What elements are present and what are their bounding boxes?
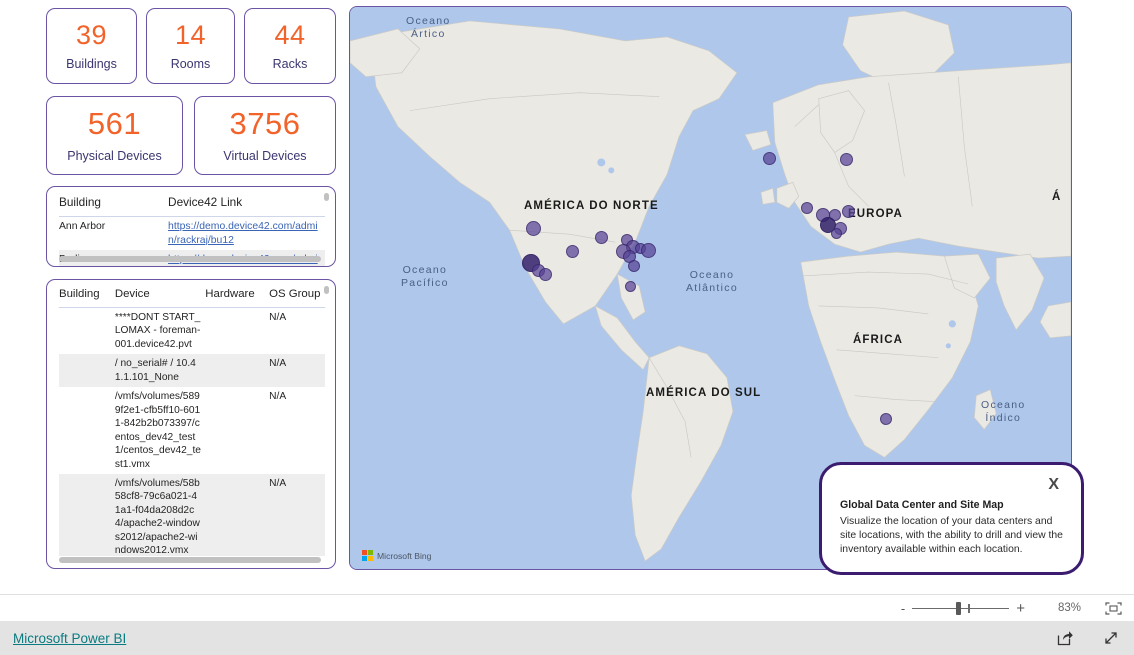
fit-to-screen-icon[interactable] [1105,601,1122,615]
map-data-bubble[interactable] [628,260,640,272]
kpi-card-rooms[interactable]: 14 Rooms [146,8,235,84]
report-canvas: 39 Buildings 14 Rooms 44 Racks 561 Physi… [0,0,1134,594]
horizontal-scrollbar[interactable] [59,256,321,262]
map-data-bubble[interactable] [595,231,608,244]
device-rows-scroll-region[interactable]: ****DONT START_LOMAX - foreman-001.devic… [59,308,325,556]
kpi-value: 3756 [229,106,301,142]
map-data-bubble[interactable] [526,221,541,236]
kpi-label: Physical Devices [67,149,162,164]
kpi-label: Buildings [66,56,117,71]
kpi-card-physical-devices[interactable]: 561 Physical Devices [46,96,183,175]
cell-os-group: N/A [269,391,287,403]
kpi-label: Racks [272,56,308,71]
kpi-value: 44 [274,19,306,50]
cell-building [59,354,115,388]
cell-device: /vmfs/volumes/5899f2e1-cfb5ff10-6011-842… [114,391,201,470]
column-header-building[interactable]: Building [59,187,169,217]
callout-title: Global Data Center and Site Map [840,499,1004,511]
table-row[interactable]: /vmfs/volumes/58b58cf8-79c6a021-41a1-f04… [59,473,325,556]
kpi-value: 14 [174,19,207,50]
fullscreen-icon[interactable] [1102,629,1120,647]
info-callout: X Global Data Center and Site Map Visual… [819,462,1084,575]
footer-actions [1056,629,1120,647]
report-footer: Microsoft Power BI [0,621,1134,655]
bing-label: Microsoft Bing [377,550,432,561]
kpi-card-buildings[interactable]: 39 Buildings [46,8,137,84]
zoom-slider-thumb[interactable] [956,601,962,615]
column-header-device[interactable]: Device [114,280,206,308]
map-data-bubble[interactable] [831,228,842,239]
map-data-bubble[interactable] [840,153,853,166]
cell-os-group: N/A [269,312,287,323]
bing-attribution: Microsoft Bing [362,550,431,561]
cell-hardware [205,308,269,354]
cell-building [59,387,115,474]
table-row[interactable]: Ann Arbor https://demo.device42.com/admi… [59,217,325,250]
column-header-building[interactable]: Building [59,280,115,308]
zoom-in-button[interactable]: + [1016,601,1025,616]
power-bi-brand-link[interactable]: Microsoft Power BI [13,631,126,646]
vertical-scrollbar-thumb[interactable] [324,193,329,201]
kpi-value: 39 [75,19,108,50]
device-inventory-table: Building Device Hardware OS Group ****DO… [47,280,335,556]
table-header-row: Building Device Hardware OS Group [59,280,325,308]
column-header-hardware[interactable]: Hardware [205,280,270,308]
table-header-row: Building Device42 Link [59,187,325,217]
horizontal-scrollbar[interactable] [59,557,321,563]
cell-hardware [205,473,270,556]
cell-building: Ann Arbor [59,221,106,232]
map-data-bubble[interactable] [566,245,579,258]
column-header-device42-link[interactable]: Device42 Link [168,187,325,217]
cell-os-group: N/A [269,473,325,556]
close-icon[interactable]: X [1048,477,1059,493]
kpi-label: Rooms [170,56,211,71]
zoom-out-button[interactable]: - [901,602,905,615]
table-row[interactable]: ****DONT START_LOMAX - foreman-001.devic… [59,308,325,354]
cell-building [59,308,115,354]
map-data-bubble[interactable] [801,202,813,214]
map-data-bubble[interactable] [625,281,636,292]
kpi-card-racks[interactable]: 44 Racks [244,8,336,84]
kpi-value: 561 [87,106,142,142]
device42-link-table-card[interactable]: Building Device42 Link Ann Arbor https:/… [46,186,336,267]
zoom-toolbar: - + 83% [0,594,1134,621]
zoom-slider[interactable] [912,601,1010,615]
map-data-bubble[interactable] [641,243,656,258]
callout-body: Visualize the location of your data cent… [840,515,1063,556]
zoom-slider-tick [968,603,970,613]
kpi-label: Virtual Devices [223,149,307,164]
cell-device: / no_serial# / 10.41.1.101_None [114,354,206,388]
device-inventory-table-card[interactable]: Building Device Hardware OS Group ****DO… [46,279,336,569]
cell-hardware [205,354,270,388]
table-row[interactable]: /vmfs/volumes/5899f2e1-cfb5ff10-6011-842… [59,387,325,474]
device42-link[interactable]: https://demo.device42.com/admin/rackraj/… [168,220,321,247]
column-header-os-group[interactable]: OS Group [269,280,325,308]
map-data-bubble[interactable] [880,413,892,425]
map-data-bubble[interactable] [539,268,552,281]
share-icon[interactable] [1056,629,1074,647]
table-row[interactable]: / no_serial# / 10.41.1.101_None N/A [59,354,325,388]
device42-link-table: Building Device42 Link Ann Arbor https:/… [47,187,335,266]
map-data-bubble[interactable] [763,152,776,165]
vertical-scrollbar-thumb[interactable] [324,286,329,294]
cell-hardware [205,387,269,474]
map-data-bubble[interactable] [842,205,855,218]
zoom-percentage: 83% [1057,602,1081,614]
power-bi-report-viewer: 39 Buildings 14 Rooms 44 Racks 561 Physi… [0,0,1134,655]
kpi-card-virtual-devices[interactable]: 3756 Virtual Devices [194,96,336,175]
cell-building [59,473,115,556]
cell-device: /vmfs/volumes/58b58cf8-79c6a021-41a1-f04… [114,473,206,556]
cell-os-group: N/A [269,354,325,388]
cell-device: ****DONT START_LOMAX - foreman-001.devic… [114,312,201,350]
microsoft-logo-icon [362,550,373,561]
